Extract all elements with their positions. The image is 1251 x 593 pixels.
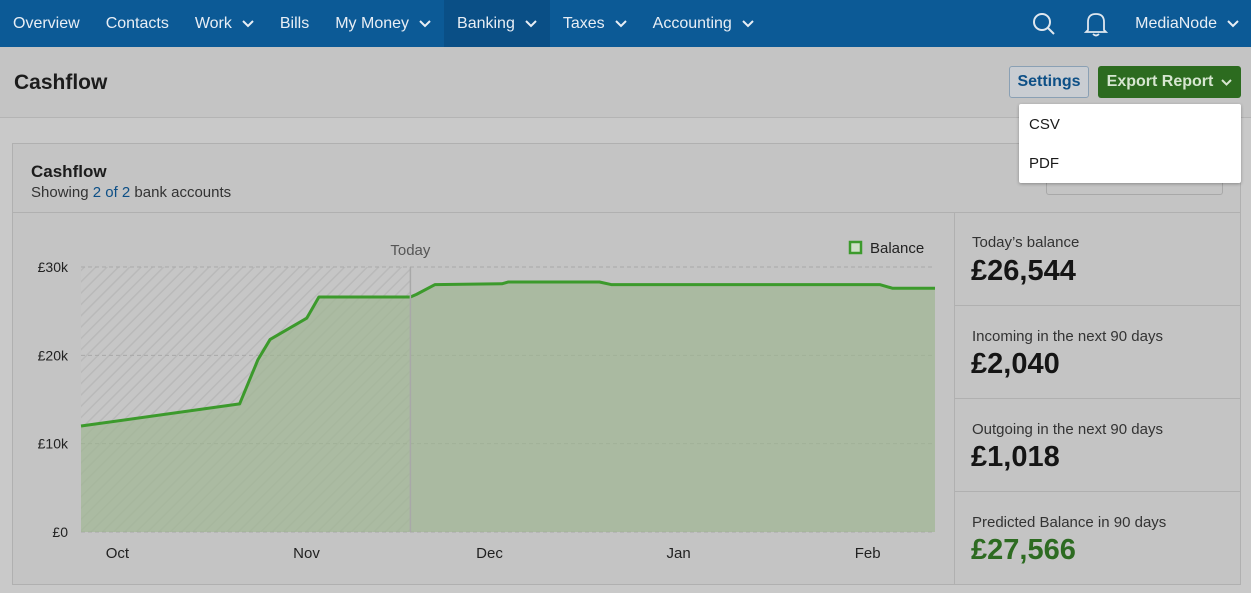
accounts-summary-prefix: Showing (31, 184, 89, 201)
nav-item-work[interactable]: Work (182, 0, 267, 47)
chevron-down-icon (1227, 19, 1239, 27)
stat-value: £27,566 (971, 534, 1076, 566)
nav-item-label: Taxes (562, 14, 605, 32)
y-tick-label: £20k (38, 347, 69, 363)
y-tick-label: £30k (38, 259, 69, 275)
x-tick-label: Nov (293, 545, 320, 562)
stat-block: Today’s balance £26,544 (955, 213, 1241, 306)
stat-label: Outgoing in the next 90 days (972, 421, 1163, 438)
search-icon[interactable] (1031, 11, 1057, 37)
page-title: Cashflow (14, 71, 108, 94)
accounts-summary: Showing 2 of 2 bank accounts (31, 184, 231, 201)
export-report-label: Export Report (1106, 73, 1214, 90)
x-tick-label: Dec (476, 545, 503, 562)
chevron-down-icon (525, 19, 537, 27)
x-tick-label: Oct (106, 545, 130, 562)
nav-item-my-money[interactable]: My Money (322, 0, 444, 47)
nav-item-label: Accounting (652, 14, 732, 32)
stats-panel: Today’s balance £26,544 Incoming in the ne… (954, 213, 1241, 585)
x-tick-label: Jan (667, 545, 691, 562)
chevron-down-icon (1221, 78, 1233, 86)
accounts-count-link[interactable]: 2 of 2 (93, 184, 131, 201)
user-menu[interactable]: MediaNode (1135, 15, 1239, 33)
nav-item-accounting[interactable]: Accounting (640, 0, 767, 47)
export-dropdown-menu: CSV PDF (1019, 104, 1241, 183)
nav-item-bills[interactable]: Bills (267, 0, 322, 47)
stat-label: Incoming in the next 90 days (972, 328, 1163, 345)
chevron-down-icon (419, 19, 431, 27)
y-tick-label: £0 (52, 524, 68, 540)
nav-item-label: Bills (279, 14, 310, 32)
settings-button[interactable]: Settings (1009, 66, 1089, 98)
today-label: Today (390, 242, 431, 259)
accounts-summary-suffix: bank accounts (134, 184, 232, 201)
cashflow-card: Cashflow Showing 2 of 2 bank accounts £0… (12, 143, 1241, 585)
nav-item-label: Contacts (105, 14, 169, 32)
nav-right: MediaNode (1031, 0, 1251, 47)
card-title: Cashflow (31, 162, 107, 181)
nav-item-label: Banking (457, 14, 515, 32)
user-name: MediaNode (1135, 14, 1217, 32)
stat-value: £1,018 (971, 441, 1060, 473)
stat-label: Predicted Balance in 90 days (972, 514, 1167, 531)
stat-value: £26,544 (971, 255, 1076, 287)
nav-item-label: Overview (13, 14, 80, 32)
legend-swatch (848, 240, 863, 255)
y-tick-label: £10k (38, 436, 69, 452)
top-nav: Overview Contacts Work Bills My Money Banking… (0, 0, 1251, 47)
nav-item-taxes[interactable]: Taxes (550, 0, 640, 47)
stat-block: Outgoing in the next 90 days £1,018 (955, 399, 1241, 492)
export-csv-option[interactable]: CSV (1029, 116, 1060, 133)
nav-item-label: My Money (335, 14, 410, 32)
stat-value: £2,040 (971, 348, 1060, 380)
cashflow-chart: £0 £10k £20k £30k Today Oct Nov Dec Jan Feb Balanc… (13, 213, 954, 585)
x-tick-label: Feb (855, 545, 881, 562)
bell-icon[interactable] (1083, 11, 1109, 37)
legend-label: Balance (870, 240, 924, 257)
nav-item-label: Work (194, 14, 232, 32)
nav-item-banking[interactable]: Banking (444, 0, 550, 47)
chevron-down-icon (742, 19, 754, 27)
nav-item-contacts[interactable]: Contacts (93, 0, 182, 47)
chart-svg: £0 £10k £20k £30k Today Oct Nov Dec Jan Feb Balanc… (38, 240, 935, 562)
export-report-button[interactable]: Export Report (1098, 66, 1241, 98)
chevron-down-icon (242, 19, 254, 27)
chevron-down-icon (614, 19, 627, 27)
stat-block: Predicted Balance in 90 days £27,566 (955, 492, 1241, 585)
nav-item-overview[interactable]: Overview (0, 0, 93, 47)
stat-block: Incoming in the next 90 days £2,040 (955, 306, 1241, 399)
export-pdf-option[interactable]: PDF (1029, 155, 1059, 172)
nav-items: Overview Contacts Work Bills My Money Banking… (0, 0, 767, 47)
stat-label: Today’s balance (972, 234, 1080, 251)
